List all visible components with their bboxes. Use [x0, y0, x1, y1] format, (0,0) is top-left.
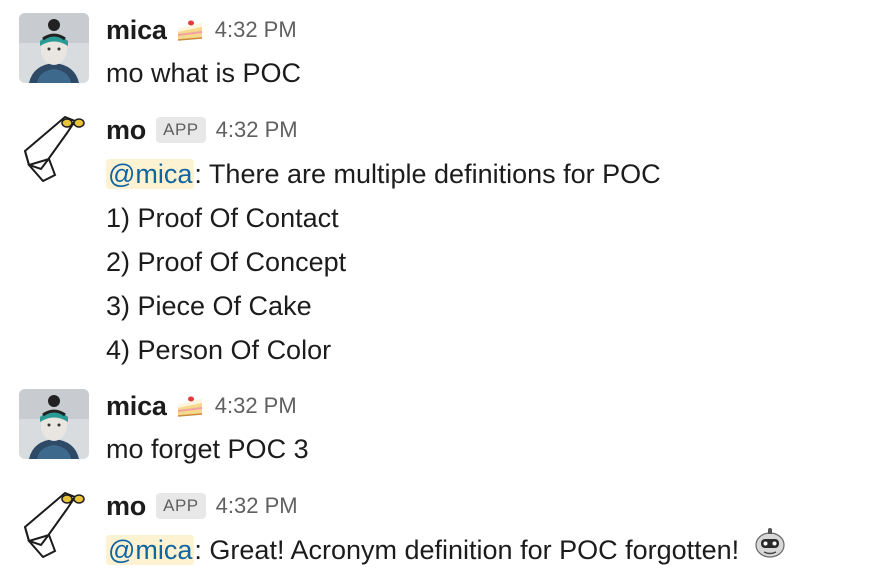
message-text: 3) Piece Of Cake	[106, 291, 312, 321]
cake-icon[interactable]	[175, 393, 205, 419]
username[interactable]: mo	[106, 115, 146, 146]
timestamp[interactable]: 4:32 PM	[215, 393, 297, 419]
message-text: mo what is POC	[106, 58, 302, 88]
bot-avatar[interactable]	[19, 489, 89, 559]
username[interactable]: mica	[106, 391, 167, 422]
message-text: 1) Proof Of Contact	[106, 203, 339, 233]
app-badge: APP	[156, 117, 206, 143]
message-header: mo APP 4:32 PM	[106, 113, 298, 147]
message-header: mica 4:32 PM	[106, 389, 297, 423]
timestamp[interactable]: 4:32 PM	[216, 493, 298, 519]
timestamp[interactable]: 4:32 PM	[215, 17, 297, 43]
timestamp[interactable]: 4:32 PM	[216, 117, 298, 143]
message-text: mo forget POC 3	[106, 434, 309, 464]
user-avatar[interactable]	[19, 13, 89, 83]
username[interactable]: mo	[106, 491, 146, 522]
cake-icon[interactable]	[175, 17, 205, 43]
message-text-rest: : Great! Acronym definition for POC forg…	[194, 535, 740, 565]
robot-face-icon	[753, 528, 787, 569]
user-mention[interactable]: @mica	[106, 159, 195, 189]
user-mention[interactable]: @mica	[106, 535, 195, 565]
message-text: @mica: There are multiple definitions fo…	[106, 156, 661, 192]
message-header: mica 4:32 PM	[106, 13, 297, 47]
username[interactable]: mica	[106, 15, 167, 46]
message-text: 4) Person Of Color	[106, 335, 332, 365]
message-text: @mica: Great! Acronym definition for POC…	[106, 528, 787, 569]
message-text: 2) Proof Of Concept	[106, 247, 347, 277]
bot-avatar[interactable]	[19, 113, 89, 183]
user-avatar[interactable]	[19, 389, 89, 459]
message-text-rest: : There are multiple definitions for POC	[194, 159, 661, 189]
app-badge: APP	[156, 493, 206, 519]
message-header: mo APP 4:32 PM	[106, 489, 298, 523]
